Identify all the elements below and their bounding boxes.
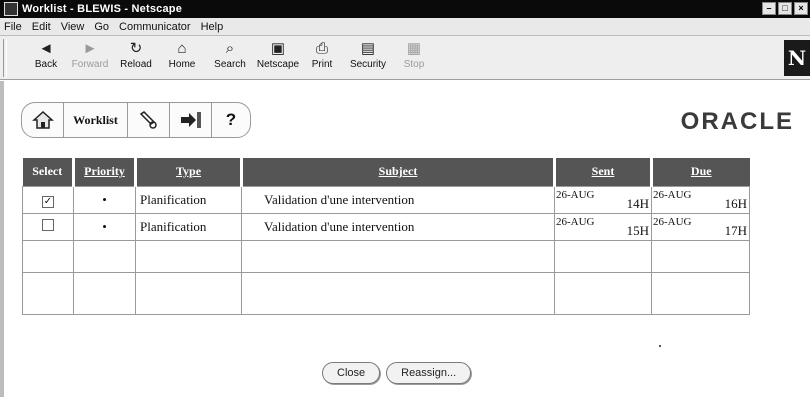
exit-arrow-icon	[180, 112, 201, 128]
due-hour: 17H	[724, 222, 747, 238]
netscape-logo[interactable]: N	[784, 40, 810, 76]
home-nav-button[interactable]	[22, 103, 64, 137]
navigation-toolbar: ◄ Back ► Forward ↻ Reload ⌂ Home ⌕ Searc…	[0, 36, 810, 80]
menu-go[interactable]: Go	[89, 21, 114, 33]
due-cell: 26-AUG 17H	[651, 212, 750, 241]
window-title: Worklist - BLEWIS - Netscape	[22, 3, 183, 15]
menu-bar: File Edit View Go Communicator Help	[0, 18, 810, 36]
sent-column-header[interactable]: Sent	[554, 158, 653, 186]
reload-icon: ↻	[129, 40, 143, 57]
empty-table-row	[22, 239, 750, 273]
worklist-table: Select Priority Type Subject Sent Due ✓ …	[22, 158, 750, 315]
printer-icon: ⎙	[315, 40, 328, 57]
subject-column-header[interactable]: Subject	[241, 158, 556, 186]
search-button[interactable]: ⌕ Search	[208, 39, 252, 77]
select-cell	[22, 212, 74, 241]
select-cell: ✓	[22, 185, 74, 214]
help-nav-button[interactable]: ?	[212, 103, 250, 137]
due-column-header[interactable]: Due	[651, 158, 750, 186]
action-buttons: Close Reassign...	[322, 362, 472, 384]
forward-arrow-icon: ►	[82, 40, 98, 57]
select-column-header: Select	[22, 158, 75, 186]
sent-hour: 14H	[626, 195, 649, 211]
netscape-window-icon[interactable]	[4, 2, 18, 16]
menu-help[interactable]: Help	[196, 21, 229, 33]
home-button[interactable]: ⌂ Home	[160, 39, 204, 77]
page-content: Worklist ? ORACLE Select Priority Type S…	[0, 81, 810, 397]
stop-icon: ▦	[406, 40, 422, 57]
priority-column-header[interactable]: Priority	[73, 158, 137, 186]
menu-file[interactable]: File	[0, 21, 27, 33]
subject-cell: Validation d'une intervention	[241, 212, 555, 241]
security-button[interactable]: ▤ Security	[346, 39, 390, 77]
type-cell: Planification	[135, 185, 242, 214]
select-checkbox[interactable]	[42, 218, 54, 231]
home-icon	[31, 110, 54, 129]
priority-sort-link[interactable]: Priority	[84, 164, 125, 178]
close-window-button[interactable]: ×	[794, 2, 808, 15]
oracle-logo: ORACLE	[680, 108, 794, 135]
table-row: ✓ • Planification Validation d'une inter…	[22, 185, 750, 214]
sent-cell: 26-AUG 15H	[554, 212, 652, 241]
menu-view[interactable]: View	[56, 21, 90, 33]
worklist-nav-tab[interactable]: Worklist	[64, 103, 128, 137]
minimize-button[interactable]: –	[762, 2, 776, 15]
logout-nav-button[interactable]	[170, 103, 212, 137]
notifications-nav-button[interactable]	[128, 103, 170, 137]
back-arrow-icon: ◄	[38, 40, 54, 57]
sent-date: 26-AUG	[556, 188, 595, 201]
table-row: • Planification Validation d'une interve…	[22, 212, 750, 241]
table-header-row: Select Priority Type Subject Sent Due	[22, 158, 750, 186]
menu-edit[interactable]: Edit	[27, 21, 56, 33]
subject-link[interactable]: Validation d'une intervention	[264, 219, 414, 234]
sent-sort-link[interactable]: Sent	[592, 164, 615, 178]
app-navbar: Worklist ?	[21, 102, 251, 138]
type-column-header[interactable]: Type	[135, 158, 243, 186]
window-controls: – □ ×	[762, 2, 808, 15]
stray-dot	[659, 345, 661, 347]
priority-cell: •	[73, 185, 136, 214]
due-cell: 26-AUG 16H	[651, 185, 750, 214]
subject-sort-link[interactable]: Subject	[379, 164, 418, 178]
due-hour: 16H	[724, 195, 747, 211]
my-netscape-button[interactable]: ▣ Netscape	[256, 39, 300, 77]
home-icon: ⌂	[177, 40, 187, 57]
maximize-button[interactable]: □	[778, 2, 792, 15]
sent-cell: 26-AUG 14H	[554, 185, 652, 214]
priority-cell: •	[73, 212, 136, 241]
padlock-icon: ▤	[360, 40, 376, 57]
pen-icon	[139, 111, 157, 129]
due-sort-link[interactable]: Due	[691, 164, 712, 178]
stop-button[interactable]: ▦ Stop	[392, 39, 436, 77]
subject-link[interactable]: Validation d'une intervention	[264, 192, 414, 207]
due-date: 26-AUG	[653, 215, 692, 228]
due-date: 26-AUG	[653, 188, 692, 201]
back-button[interactable]: ◄ Back	[24, 39, 68, 77]
select-checkbox[interactable]: ✓	[42, 195, 54, 208]
sent-hour: 15H	[626, 222, 649, 238]
my-netscape-icon: ▣	[270, 40, 286, 57]
type-cell: Planification	[135, 212, 242, 241]
print-button[interactable]: ⎙ Print	[300, 39, 344, 77]
empty-table-row	[22, 271, 750, 315]
reassign-button[interactable]: Reassign...	[386, 362, 472, 384]
subject-cell: Validation d'une intervention	[241, 185, 555, 214]
close-button[interactable]: Close	[322, 362, 381, 384]
menu-communicator[interactable]: Communicator	[114, 21, 196, 33]
toolbar-grip[interactable]	[3, 39, 7, 77]
type-sort-link[interactable]: Type	[176, 164, 201, 178]
forward-button[interactable]: ► Forward	[68, 39, 112, 77]
sent-date: 26-AUG	[556, 215, 595, 228]
search-icon: ⌕	[225, 40, 235, 57]
reload-button[interactable]: ↻ Reload	[114, 39, 158, 77]
window-titlebar: Worklist - BLEWIS - Netscape – □ ×	[0, 0, 810, 18]
